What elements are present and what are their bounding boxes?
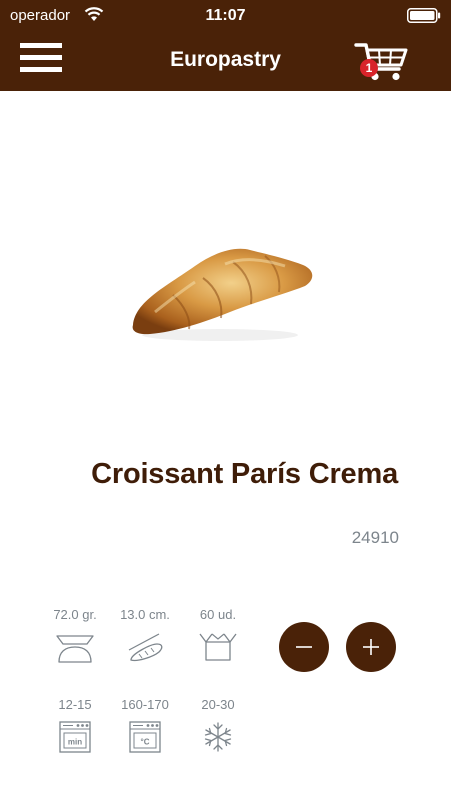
scale-icon	[56, 635, 94, 663]
spec-baking-temperature: 160-170 °C	[110, 696, 180, 754]
increase-quantity-button[interactable]	[346, 622, 396, 672]
oven-temperature-label: °C	[141, 738, 150, 747]
spec-length: 13.0 cm.	[110, 606, 180, 664]
box-icon	[199, 633, 237, 661]
status-time: 11:07	[205, 7, 246, 24]
spec-baking-time: 12-15 min	[40, 696, 110, 754]
oven-timer-icon: min	[59, 721, 91, 753]
menu-icon-bar	[20, 67, 62, 72]
status-bar: operador 11:07	[0, 0, 451, 32]
spec-freezer: 20-30	[183, 696, 253, 754]
spec-freezer-value: 20-30	[201, 697, 235, 712]
menu-icon-bar	[20, 55, 62, 60]
menu-button[interactable]	[20, 43, 64, 73]
cart-button[interactable]	[352, 38, 410, 84]
croissant-image	[132, 248, 313, 341]
spec-baking-temperature-value: 160-170	[121, 697, 169, 712]
snowflake-icon	[204, 722, 232, 752]
menu-icon	[20, 43, 62, 48]
decrease-quantity-button[interactable]	[279, 622, 329, 672]
spec-units-value: 60 ud.	[199, 607, 237, 622]
cart-icon	[354, 43, 408, 81]
product-name: Croissant París Crema	[91, 458, 398, 490]
oven-temperature-icon: °C	[129, 721, 161, 753]
minus-icon	[296, 646, 312, 648]
product-code: 24910	[351, 528, 399, 547]
spec-baking-time-value: 12-15	[58, 697, 92, 712]
oven-timer-label: min	[68, 738, 82, 747]
cart-count-badge: 1	[360, 59, 378, 77]
spec-units: 60 ud.	[183, 606, 253, 664]
plus-icon	[363, 639, 379, 655]
spec-weight-value: 72.0 gr.	[53, 607, 97, 622]
app-header: operador 11:07 Europastry 1	[0, 0, 451, 91]
battery-icon	[407, 8, 441, 27]
spec-weight: 72.0 gr.	[40, 606, 110, 664]
spec-length-value: 13.0 cm.	[120, 607, 170, 622]
length-icon	[128, 633, 163, 662]
